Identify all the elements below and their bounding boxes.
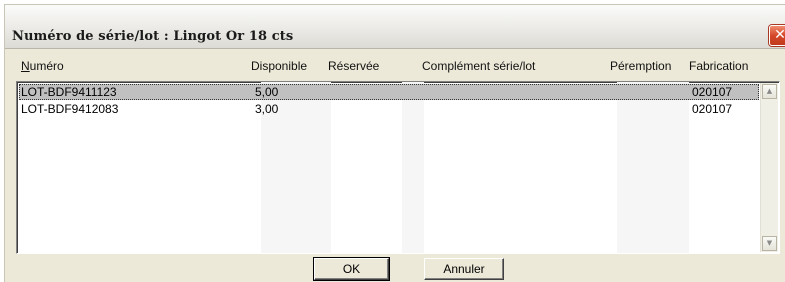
cell-numero: LOT-BDF9411123 <box>21 85 117 99</box>
cell-fabrication: 020107 <box>692 85 733 99</box>
lot-grid[interactable]: LOT-BDF9411123 5,00 020107 LOT-BDF941208… <box>16 81 780 254</box>
dialog-window: Numéro de série/lot : Lingot Or 18 cts ✕… <box>4 4 785 282</box>
column-header-complement[interactable]: Complément série/lot <box>422 59 535 73</box>
cell-disponible: 3,00 <box>255 102 279 116</box>
column-header-fabrication[interactable]: Fabrication <box>689 59 748 73</box>
ok-button[interactable]: OK <box>313 257 390 281</box>
close-icon: ✕ <box>774 27 785 43</box>
column-header-reservee[interactable]: Réservée <box>328 59 379 73</box>
column-header-row: Numéro Disponible Réservée Complément sé… <box>5 51 785 81</box>
column-header-peremption[interactable]: Péremption <box>610 59 671 73</box>
table-row[interactable]: LOT-BDF9412083 3,00 020107 <box>19 101 759 117</box>
cancel-button[interactable]: Annuler <box>424 258 504 280</box>
column-header-numero-accesskey: N <box>21 59 30 73</box>
vertical-scrollbar[interactable]: ▲ ▼ <box>760 83 778 252</box>
cell-disponible: 5,00 <box>255 85 279 99</box>
cell-numero: LOT-BDF9412083 <box>21 102 119 116</box>
title-bar[interactable]: Numéro de série/lot : Lingot Or 18 cts ✕ <box>5 5 785 49</box>
scroll-up-arrow-icon[interactable]: ▲ <box>762 84 777 99</box>
column-header-numero-label: uméro <box>29 59 64 73</box>
column-header-numero[interactable]: Numéro <box>21 59 64 73</box>
cell-fabrication: 020107 <box>692 102 733 116</box>
column-header-disponible[interactable]: Disponible <box>251 59 307 73</box>
dialog-title: Numéro de série/lot : Lingot Or 18 cts <box>12 29 294 44</box>
table-row[interactable]: LOT-BDF9411123 5,00 020107 <box>19 84 759 100</box>
close-button[interactable]: ✕ <box>769 25 785 46</box>
scroll-down-arrow-icon[interactable]: ▼ <box>762 236 777 251</box>
